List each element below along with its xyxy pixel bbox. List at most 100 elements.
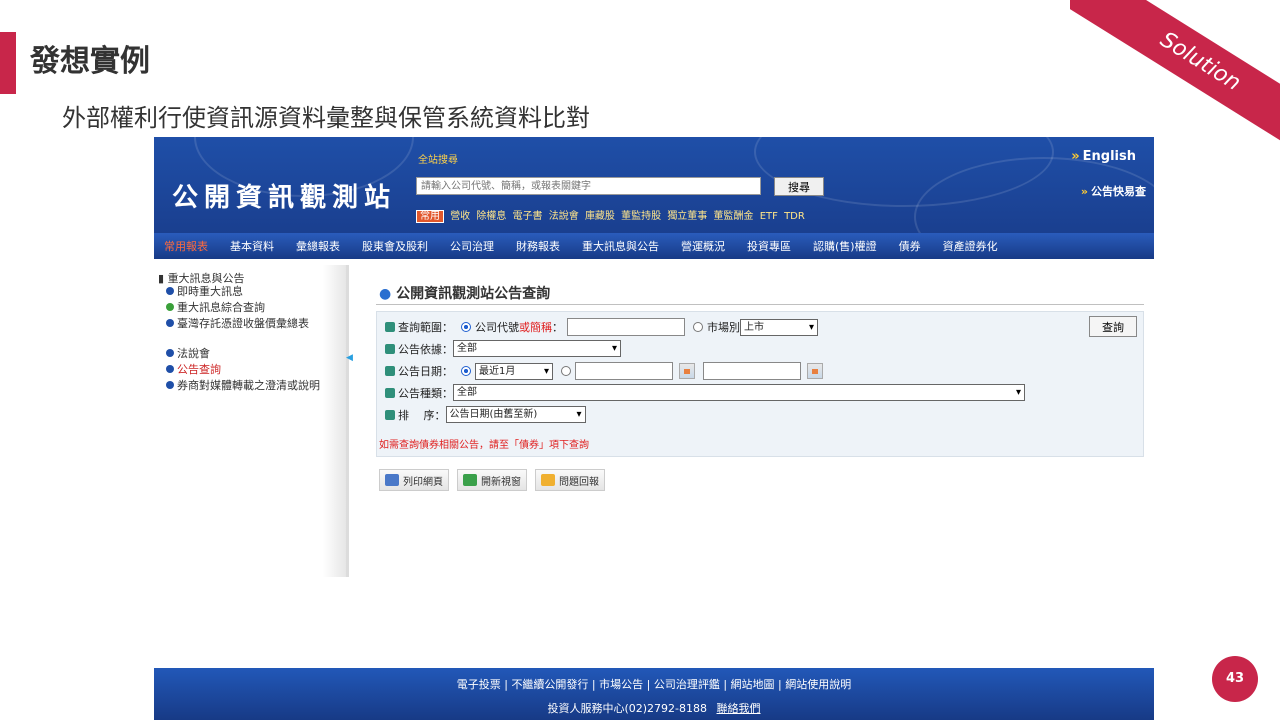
nav-item-shareholders-dividends[interactable]: 股東會及股利 bbox=[362, 238, 428, 254]
sidebar-item-tdr-close[interactable]: 臺灣存託憑證收盤價彙總表 bbox=[166, 317, 331, 331]
nav-item-bonds[interactable]: 債券 bbox=[899, 238, 921, 254]
page-number-badge: 43 bbox=[1212, 656, 1258, 702]
nav-item-governance[interactable]: 公司治理 bbox=[450, 238, 494, 254]
print-button[interactable]: 列印網頁 bbox=[379, 469, 449, 491]
quick-tag-link[interactable]: 獨立董事 bbox=[667, 211, 707, 222]
market-select[interactable]: 上市 bbox=[740, 318, 818, 336]
footer-links: 電子投票 | 不繼續公開發行 | 市場公告 | 公司治理評鑑 | 網站地圖 | … bbox=[456, 678, 852, 691]
query-form: 查詢範圍： 公司代號或簡稱： 市場別 上市 查詢 公告依據： 全部 公告日期： … bbox=[376, 311, 1144, 457]
report-issue-button[interactable]: 問題回報 bbox=[535, 469, 605, 491]
quick-tag-link[interactable]: 董監酬金 bbox=[714, 211, 754, 222]
sort-select[interactable]: 公告日期(由舊至新) bbox=[445, 406, 586, 423]
bullet-icon bbox=[166, 349, 174, 357]
company-or-label: 或簡稱 bbox=[519, 321, 552, 334]
sidebar-title: ▮ 重大訊息與公告 bbox=[158, 272, 245, 285]
company-label-suffix: ： bbox=[552, 321, 563, 334]
slide-accent-bar bbox=[0, 32, 16, 94]
quick-tag-link[interactable]: 除權息 bbox=[476, 211, 506, 222]
english-link[interactable]: » English bbox=[1071, 149, 1136, 164]
slide-subtitle: 外部權利行使資訊源資料彙整與保管系統資料比對 bbox=[62, 104, 590, 132]
quick-tag-link[interactable]: TDR bbox=[784, 211, 805, 222]
bullet-icon bbox=[166, 319, 174, 327]
basis-select[interactable]: 全部 bbox=[453, 340, 621, 357]
sidebar-item-investor-conference[interactable]: 法說會 bbox=[166, 347, 331, 361]
double-chevron-icon: » bbox=[1071, 149, 1080, 164]
nav-item-summary-reports[interactable]: 彙總報表 bbox=[296, 238, 340, 254]
date-label: 公告日期： bbox=[398, 365, 453, 378]
new-window-label: 開新視窗 bbox=[481, 476, 521, 488]
radio-market[interactable] bbox=[693, 322, 703, 332]
quick-query-link[interactable]: » 公告快易查 bbox=[1081, 183, 1146, 199]
calendar-icon[interactable] bbox=[679, 363, 695, 379]
quick-tag-link[interactable]: 庫藏股 bbox=[585, 211, 615, 222]
sidebar-item-label: 重大訊息綜合查詢 bbox=[177, 301, 265, 314]
sidebar-title-label: 重大訊息與公告 bbox=[167, 272, 245, 285]
search-button[interactable]: 搜尋 bbox=[774, 177, 824, 196]
quick-tag-link[interactable]: 營收 bbox=[450, 211, 470, 222]
footer-link-market-notice[interactable]: 市場公告 bbox=[599, 678, 643, 691]
site-footer: 電子投票 | 不繼續公開發行 | 市場公告 | 公司治理評鑑 | 網站地圖 | … bbox=[154, 668, 1154, 720]
quick-tag-link[interactable]: ETF bbox=[760, 211, 778, 222]
globe-icon: ● bbox=[379, 286, 392, 302]
collapse-arrow-icon[interactable]: ◀ bbox=[346, 353, 353, 363]
date-range-select[interactable]: 最近1月 bbox=[475, 362, 553, 380]
nav-item-warrants[interactable]: 認購(售)權證 bbox=[813, 238, 877, 254]
contact-link[interactable]: 聯絡我們 bbox=[717, 702, 761, 715]
footer-link-governance-eval[interactable]: 公司治理評鑑 bbox=[654, 678, 720, 691]
slide-title: 發想實例 bbox=[30, 44, 150, 79]
footer-service: 投資人服務中心(02)2792-8188 聯絡我們 bbox=[154, 700, 1154, 716]
sidebar-item-announcement-query[interactable]: 公告查詢 bbox=[166, 363, 331, 377]
date-to-input[interactable] bbox=[703, 362, 801, 380]
type-select[interactable]: 全部 bbox=[453, 384, 1025, 401]
bond-notice: 如需查詢債券相關公告，請至「債券」項下查詢 bbox=[379, 440, 589, 451]
quick-tag-link[interactable]: 董監持股 bbox=[621, 211, 661, 222]
calendar-icon[interactable] bbox=[807, 363, 823, 379]
company-code-input[interactable] bbox=[567, 318, 685, 336]
english-link-label: English bbox=[1082, 149, 1136, 164]
printer-icon bbox=[385, 474, 399, 486]
quick-query-label: 公告快易查 bbox=[1091, 185, 1146, 198]
date-from-input[interactable] bbox=[575, 362, 673, 380]
double-chevron-icon: » bbox=[1080, 185, 1088, 198]
nav-item-operations[interactable]: 營運概況 bbox=[681, 238, 725, 254]
footer-link-sitemap[interactable]: 網站地圖 bbox=[731, 678, 775, 691]
footer-link-evote[interactable]: 電子投票 bbox=[457, 678, 501, 691]
main-nav: 常用報表 基本資料 彙總報表 股東會及股利 公司治理 財務報表 重大訊息與公告 … bbox=[154, 233, 1154, 259]
nav-item-financial-reports[interactable]: 財務報表 bbox=[516, 238, 560, 254]
sidebar-item-label: 券商對媒體轉載之澄清或說明 bbox=[177, 379, 320, 392]
sidebar-item-label: 公告查詢 bbox=[177, 363, 221, 376]
sidebar-item-combined-query[interactable]: 重大訊息綜合查詢 bbox=[166, 301, 331, 315]
bullet-icon bbox=[385, 387, 395, 398]
bullet-icon bbox=[166, 365, 174, 373]
quick-tag-link[interactable]: 電子書 bbox=[513, 211, 543, 222]
panel-title: ● 公開資訊觀測站公告查詢 bbox=[379, 283, 550, 303]
nav-item-common-reports[interactable]: 常用報表 bbox=[164, 238, 208, 254]
search-input[interactable] bbox=[416, 177, 761, 195]
bullet-icon bbox=[166, 381, 174, 389]
bullet-icon bbox=[385, 322, 395, 332]
new-window-button[interactable]: 開新視窗 bbox=[457, 469, 527, 491]
panel-divider bbox=[376, 304, 1144, 305]
footer-link-help[interactable]: 網站使用說明 bbox=[785, 678, 851, 691]
sidebar-item-label: 即時重大訊息 bbox=[177, 285, 243, 298]
quick-badge: 常用 bbox=[416, 210, 444, 223]
sidebar-item-broker-clarification[interactable]: 券商對媒體轉載之澄清或說明 bbox=[166, 379, 331, 393]
quick-tag-link[interactable]: 法說會 bbox=[549, 211, 579, 222]
radio-date-custom[interactable] bbox=[561, 366, 571, 376]
nav-item-announcements[interactable]: 重大訊息與公告 bbox=[582, 238, 659, 254]
query-button[interactable]: 查詢 bbox=[1089, 316, 1137, 337]
service-phone: 投資人服務中心(02)2792-8188 bbox=[547, 702, 708, 715]
nav-item-investment[interactable]: 投資專區 bbox=[747, 238, 791, 254]
nav-item-securitization[interactable]: 資產證券化 bbox=[943, 238, 998, 254]
nav-item-basic-info[interactable]: 基本資料 bbox=[230, 238, 274, 254]
sidebar: ▮ 重大訊息與公告 即時重大訊息 重大訊息綜合查詢 臺灣存託憑證收盤價彙總表 法… bbox=[154, 265, 353, 577]
report-issue-label: 問題回報 bbox=[559, 476, 599, 488]
bullet-icon bbox=[385, 409, 395, 420]
row-sort: 排 序： 公告日期(由舊至新) bbox=[385, 406, 586, 423]
site-logo[interactable]: 公開資訊觀測站 bbox=[172, 177, 396, 214]
radio-date-recent[interactable] bbox=[461, 366, 471, 376]
radio-company[interactable] bbox=[461, 322, 471, 332]
sidebar-item-label: 臺灣存託憑證收盤價彙總表 bbox=[177, 317, 309, 330]
footer-link-discontinue[interactable]: 不繼續公開發行 bbox=[511, 678, 588, 691]
sidebar-item-realtime[interactable]: 即時重大訊息 bbox=[166, 285, 331, 299]
